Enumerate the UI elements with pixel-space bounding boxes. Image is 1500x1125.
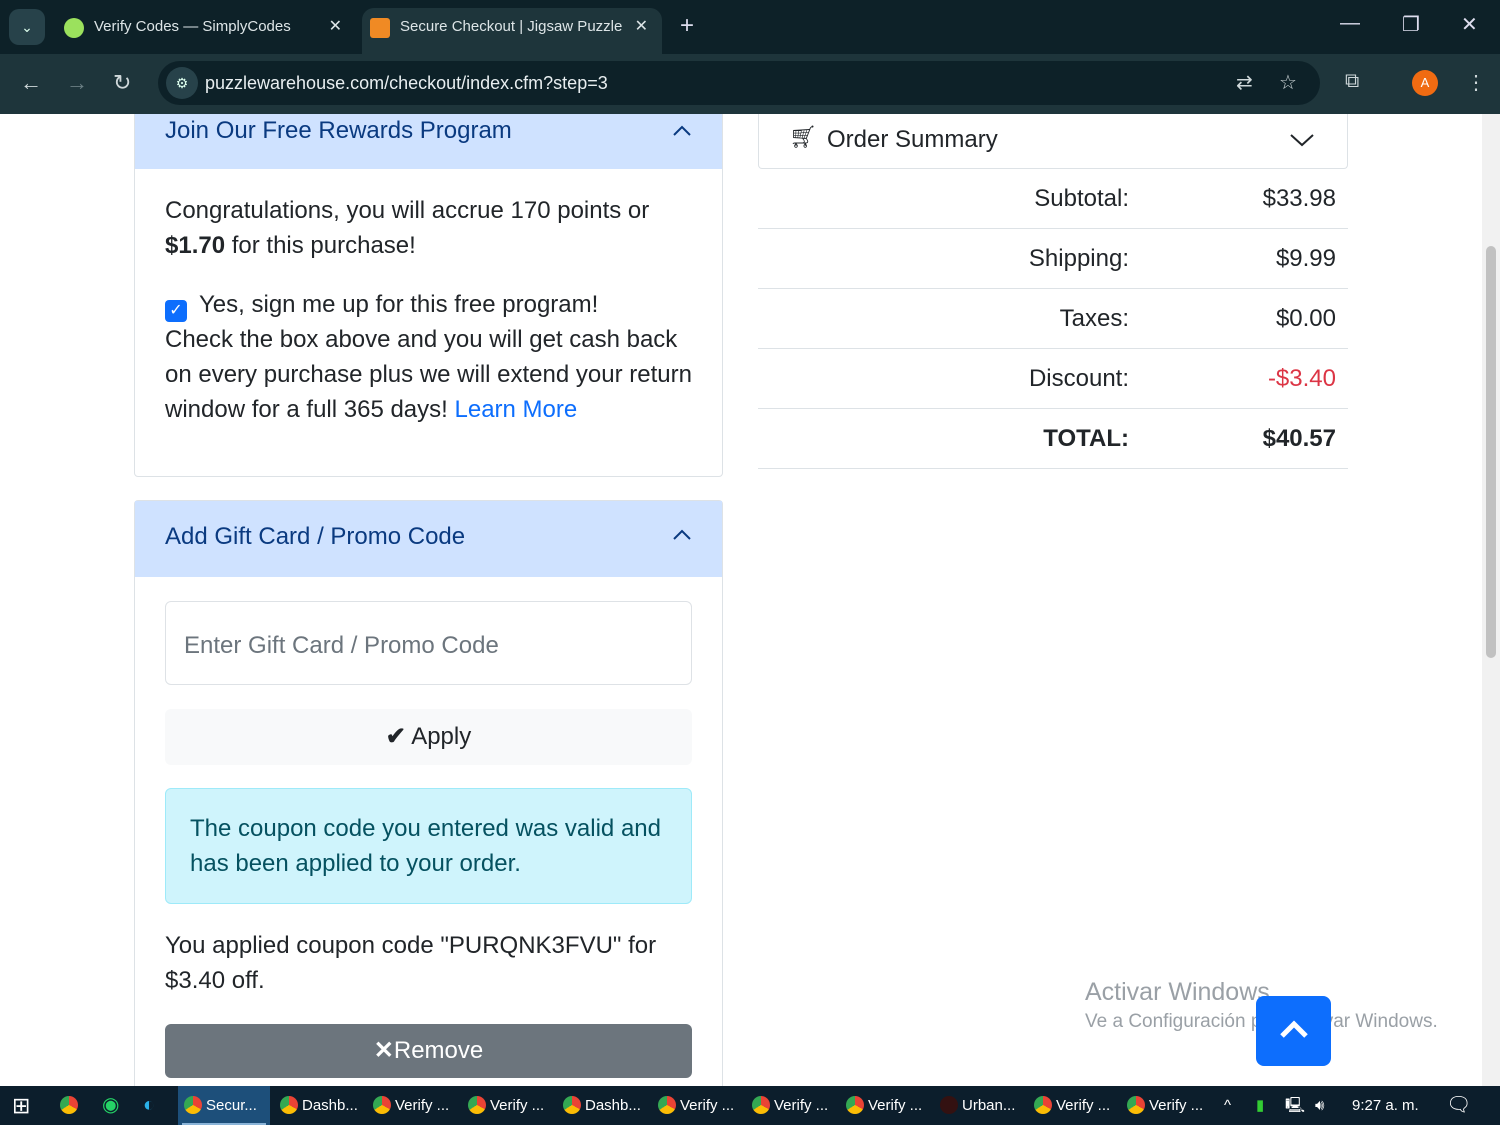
taskbar-item[interactable]: Verify ... bbox=[373, 1086, 449, 1125]
taskbar-item[interactable]: Secur... bbox=[178, 1086, 270, 1125]
cart-icon: 🛒︎ bbox=[789, 124, 817, 149]
simplycodes-favicon-icon bbox=[64, 18, 84, 38]
rewards-points-text: Congratulations, you will accrue 170 poi… bbox=[165, 197, 650, 259]
tray-chevron-icon[interactable]: ^ bbox=[1224, 1086, 1231, 1125]
chevron-up-icon[interactable] bbox=[672, 121, 692, 141]
tab-secure-checkout[interactable]: Secure Checkout | Jigsaw Puzzle ✕ bbox=[362, 8, 662, 54]
chevron-down-icon[interactable] bbox=[1289, 130, 1315, 150]
taskbar-item[interactable]: Verify ... bbox=[1127, 1086, 1203, 1125]
windows-watermark-title: Activar Windows bbox=[1085, 978, 1270, 1006]
applied-coupon-text: You applied coupon code "PURQNK3FVU" for… bbox=[165, 932, 657, 994]
remove-label: Remove bbox=[393, 1037, 484, 1064]
edge-icon[interactable]: ◐ bbox=[143, 1086, 155, 1125]
promo-code-input[interactable]: Enter Gift Card / Promo Code bbox=[165, 601, 692, 685]
tab-search-button[interactable]: ⌄ bbox=[9, 9, 45, 45]
summary-row-total: TOTAL: $40.57 bbox=[758, 409, 1348, 469]
signup-checkbox[interactable]: ✓ bbox=[165, 300, 187, 322]
url-text[interactable]: puzzlewarehouse.com/checkout/index.cfm?s… bbox=[205, 73, 608, 94]
translate-icon[interactable]: ⇄ bbox=[1236, 70, 1253, 95]
notifications-icon[interactable]: 🗨︎ bbox=[1446, 1086, 1471, 1125]
menu-icon[interactable]: ⋮ bbox=[1466, 70, 1486, 95]
checkbox-label: Yes, sign me up for this free program! bbox=[199, 291, 599, 318]
promo-header[interactable]: Add Gift Card / Promo Code bbox=[135, 501, 722, 577]
chevron-up-icon bbox=[1279, 1020, 1308, 1038]
scroll-to-top-button[interactable] bbox=[1256, 996, 1331, 1066]
remove-coupon-button[interactable]: ✕Remove bbox=[165, 1024, 692, 1078]
site-settings-icon[interactable]: ⚙ bbox=[166, 67, 198, 99]
promo-title: Add Gift Card / Promo Code bbox=[165, 523, 466, 550]
promo-card: Add Gift Card / Promo Code Enter Gift Ca… bbox=[134, 500, 723, 1086]
taskbar-item[interactable]: Verify ... bbox=[752, 1086, 828, 1125]
summary-row-discount: Discount: -$3.40 bbox=[758, 349, 1348, 409]
puzzle-favicon-icon bbox=[370, 18, 390, 38]
address-bar[interactable]: ⚙ puzzlewarehouse.com/checkout/index.cfm… bbox=[158, 61, 1320, 105]
close-tab-icon[interactable]: ✕ bbox=[635, 8, 648, 46]
order-summary-title: Order Summary bbox=[827, 126, 998, 153]
extensions-icon[interactable]: ⧉ bbox=[1345, 70, 1359, 93]
taskbar-item[interactable]: Dashb... bbox=[278, 1086, 358, 1125]
coupon-success-alert: The coupon code you entered was valid an… bbox=[165, 788, 692, 904]
windows-taskbar: ⊞ ◉ ◐ Secur... Dashb... Verify ... Verif… bbox=[0, 1086, 1500, 1125]
rewards-title: Join Our Free Rewards Program bbox=[165, 117, 512, 144]
summary-row-subtotal: Subtotal: $33.98 bbox=[758, 169, 1348, 229]
taskbar-item[interactable]: Verify ... bbox=[658, 1086, 734, 1125]
taskbar-item[interactable]: Verify ... bbox=[468, 1086, 544, 1125]
page-scrollbar[interactable] bbox=[1482, 114, 1500, 1086]
order-summary-header[interactable]: 🛒︎ Order Summary bbox=[758, 114, 1348, 169]
close-window-icon[interactable]: ✕ bbox=[1461, 12, 1478, 37]
close-tab-icon[interactable]: ✕ bbox=[329, 8, 342, 46]
reload-icon[interactable]: ↻ bbox=[113, 70, 131, 96]
learn-more-link[interactable]: Learn More bbox=[455, 396, 578, 423]
tray-app-icon[interactable]: ▮ bbox=[1256, 1086, 1264, 1125]
network-icon[interactable]: 🖳︎ bbox=[1285, 1086, 1305, 1125]
minimize-icon[interactable]: — bbox=[1340, 12, 1360, 35]
taskbar-item[interactable]: Verify ... bbox=[1034, 1086, 1110, 1125]
tab-verify-codes[interactable]: Verify Codes — SimplyCodes ✕ bbox=[56, 8, 356, 54]
taskbar-item[interactable]: Verify ... bbox=[846, 1086, 922, 1125]
taskbar-item[interactable]: Dashb... bbox=[563, 1086, 641, 1125]
back-icon[interactable]: ← bbox=[20, 70, 42, 96]
apply-button[interactable]: ✔ Apply bbox=[165, 709, 692, 765]
chrome-pinned-icon[interactable] bbox=[60, 1086, 82, 1125]
start-icon[interactable]: ⊞ bbox=[12, 1086, 30, 1125]
rewards-signup[interactable]: ✓ Yes, sign me up for this free program! bbox=[165, 287, 692, 322]
tab-bar: ⌄ Verify Codes — SimplyCodes ✕ Secure Ch… bbox=[0, 0, 1500, 54]
scrollbar-thumb[interactable] bbox=[1486, 246, 1496, 658]
profile-avatar[interactable]: A bbox=[1412, 70, 1438, 96]
clock[interactable]: 9:27 a. m. bbox=[1352, 1086, 1419, 1125]
check-icon: ✔ bbox=[385, 723, 406, 750]
summary-row-taxes: Taxes: $0.00 bbox=[758, 289, 1348, 349]
summary-row-shipping: Shipping: $9.99 bbox=[758, 229, 1348, 289]
new-tab-button[interactable]: + bbox=[680, 12, 694, 40]
restore-icon[interactable]: ❐ bbox=[1402, 12, 1420, 37]
whatsapp-icon[interactable]: ◉ bbox=[102, 1086, 119, 1125]
rewards-header[interactable]: Join Our Free Rewards Program bbox=[135, 114, 722, 169]
page-content: Join Our Free Rewards Program Congratula… bbox=[0, 114, 1482, 1086]
x-icon: ✕ bbox=[373, 1037, 394, 1064]
apply-label: Apply bbox=[411, 723, 472, 750]
tab-title: Secure Checkout | Jigsaw Puzzle bbox=[400, 18, 623, 35]
rewards-card: Join Our Free Rewards Program Congratula… bbox=[134, 114, 723, 477]
chevron-up-icon[interactable] bbox=[672, 525, 692, 545]
tab-title: Verify Codes — SimplyCodes bbox=[94, 18, 291, 35]
forward-icon[interactable]: → bbox=[66, 70, 88, 96]
rewards-description: Check the box above and you will get cas… bbox=[165, 326, 692, 423]
bookmark-star-icon[interactable]: ☆ bbox=[1279, 70, 1297, 95]
taskbar-item[interactable]: Urban... bbox=[940, 1086, 1015, 1125]
volume-icon[interactable]: 🔊︎ bbox=[1315, 1086, 1324, 1125]
